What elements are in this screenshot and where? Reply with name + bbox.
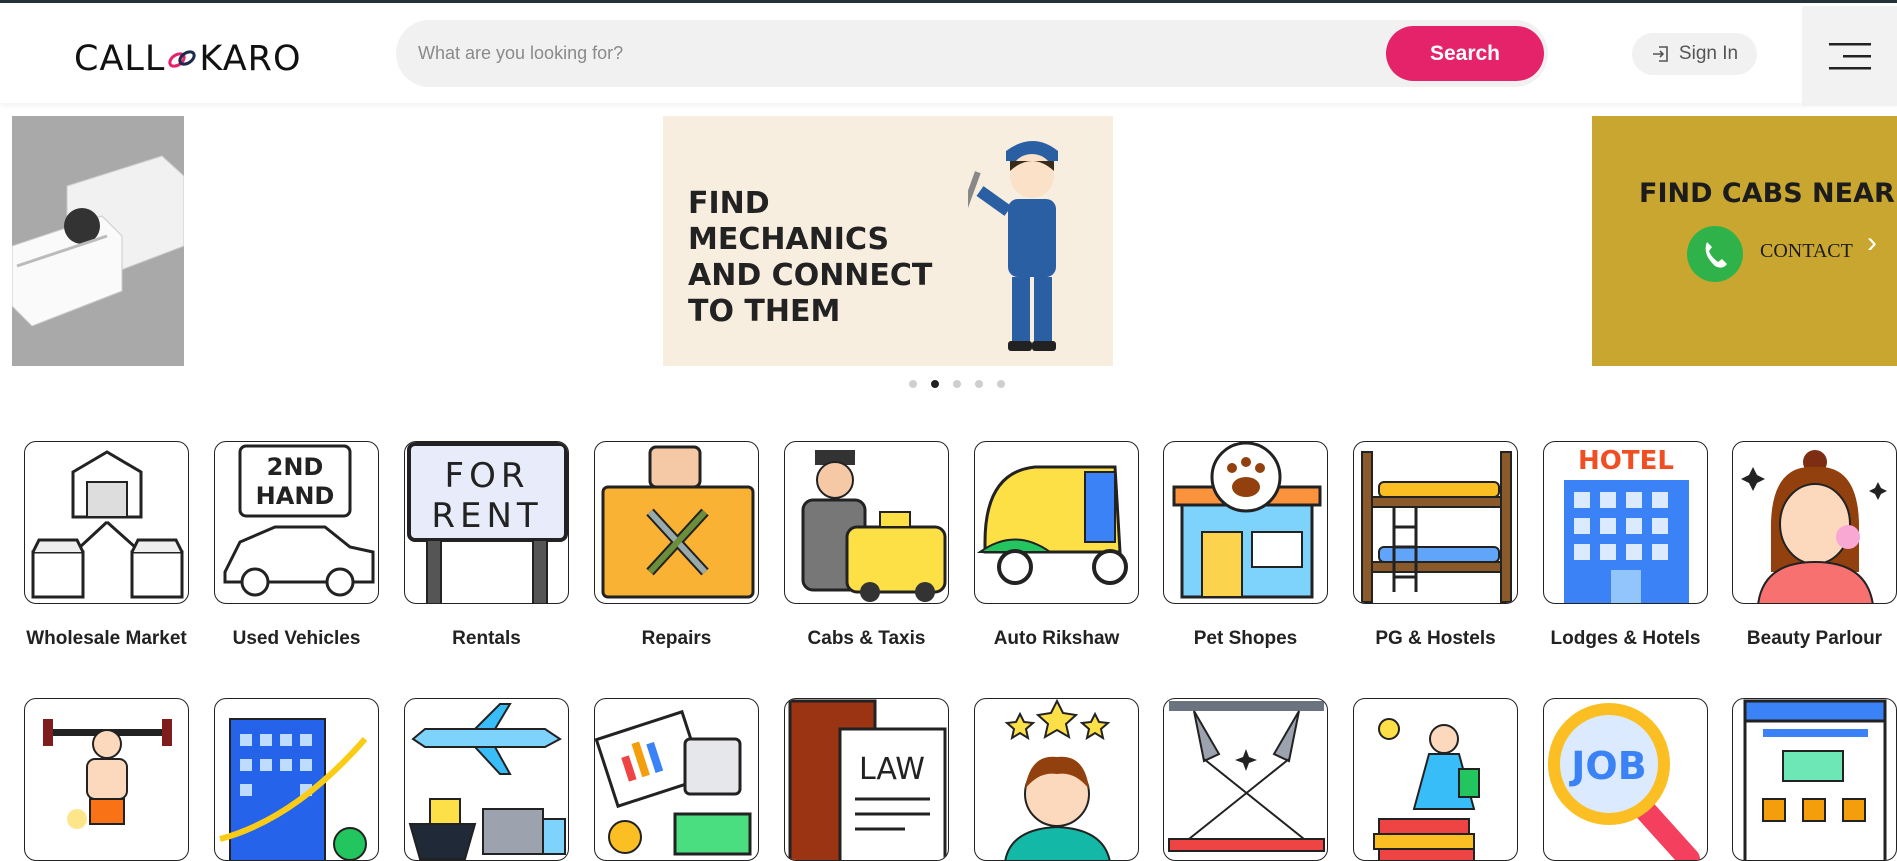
carousel-dot[interactable]: [909, 380, 917, 388]
svg-text:LAW: LAW: [859, 752, 925, 787]
transport-icon: [404, 698, 569, 861]
job-search-icon: JOB: [1543, 698, 1708, 861]
sign-in-icon: [1652, 46, 1668, 62]
category-accounting[interactable]: [594, 698, 759, 861]
category-label: PG & Hostels: [1375, 628, 1496, 649]
search-input[interactable]: [418, 20, 1418, 87]
category-used-vehicles[interactable]: 2ND HAND Used Vehicles: [214, 441, 379, 650]
category-rentals[interactable]: FOR RENT Rentals: [404, 441, 569, 650]
category-cabs-taxis[interactable]: Cabs & Taxis: [784, 441, 949, 650]
category-auto-rikshaw[interactable]: Auto Rikshaw: [974, 441, 1139, 650]
toolbox-icon: [594, 441, 759, 604]
carousel-next-icon[interactable]: ›: [1867, 226, 1877, 260]
category-gym[interactable]: [24, 698, 189, 861]
web-design-icon: [1732, 698, 1897, 861]
carousel-dot-active[interactable]: [931, 380, 939, 388]
second-hand-car-icon: 2ND HAND: [214, 441, 379, 604]
category-label: Lodges & Hotels: [1550, 628, 1701, 649]
logo-text-left: CALL: [74, 39, 166, 79]
svg-text:RENT: RENT: [431, 496, 542, 536]
event-lights-icon: [1163, 698, 1328, 861]
banner-ac-service[interactable]: [12, 116, 184, 366]
category-repairs[interactable]: Repairs: [594, 441, 759, 650]
sign-in-label: Sign In: [1678, 43, 1739, 64]
banner-mechanics-text: FIND MECHANICS AND CONNECT TO THEM: [688, 186, 933, 329]
category-jobs[interactable]: JOB: [1543, 698, 1708, 861]
category-pg-hostels[interactable]: PG & Hostels: [1353, 441, 1518, 650]
site-header: CALL KARO Search Sign In: [0, 3, 1897, 106]
carousel-dot[interactable]: [953, 380, 961, 388]
hamburger-menu-button[interactable]: [1802, 6, 1897, 106]
banner-cabs-contact[interactable]: CONTACT: [1760, 240, 1853, 263]
category-label: Pet Shopes: [1193, 628, 1298, 649]
law-book-icon: LAW: [784, 698, 949, 861]
gym-icon: [24, 698, 189, 861]
search-button[interactable]: Search: [1386, 26, 1544, 81]
category-lodges-hotels[interactable]: HOTEL Lodges & Hotels: [1543, 441, 1708, 650]
search-bar: Search: [396, 20, 1548, 87]
auto-rickshaw-icon: [974, 441, 1139, 604]
category-label: Wholesale Market: [26, 628, 187, 649]
carousel-dots: [909, 380, 1005, 388]
category-label: Rentals: [452, 628, 521, 649]
doctor-icon: [974, 698, 1139, 861]
for-rent-sign-icon: FOR RENT: [404, 441, 569, 604]
category-events[interactable]: [1163, 698, 1328, 861]
banner-cabs[interactable]: FIND CABS NEAR YO CONTACT ›: [1592, 116, 1897, 366]
svg-text:JOB: JOB: [1568, 744, 1646, 788]
beauty-icon: [1732, 441, 1897, 604]
category-label: Repairs: [641, 628, 712, 649]
hamburger-icon: [1828, 43, 1871, 70]
accounting-icon: [594, 698, 759, 861]
bunk-bed-icon: [1353, 441, 1518, 604]
category-web-design[interactable]: [1732, 698, 1897, 861]
real-estate-icon: [214, 698, 379, 861]
svg-text:HOTEL: HOTEL: [1578, 446, 1674, 476]
category-label: Used Vehicles: [232, 628, 361, 649]
warehouse-icon: [24, 441, 189, 604]
category-pet-shopes[interactable]: Pet Shopes: [1163, 441, 1328, 650]
banner-mechanics[interactable]: FIND MECHANICS AND CONNECT TO THEM: [663, 116, 1113, 366]
phone-icon: [1687, 226, 1743, 282]
category-wholesale-market[interactable]: Wholesale Market: [24, 441, 189, 650]
carousel-dot[interactable]: [997, 380, 1005, 388]
chain-link-icon: [168, 50, 197, 68]
banner-cabs-text: FIND CABS NEAR YO: [1639, 178, 1897, 209]
svg-text:HAND: HAND: [256, 482, 335, 510]
category-education[interactable]: [1353, 698, 1518, 861]
svg-text:FOR: FOR: [445, 456, 530, 496]
svg-text:2ND: 2ND: [267, 453, 324, 481]
education-icon: [1353, 698, 1518, 861]
sign-in-button[interactable]: Sign In: [1632, 33, 1757, 75]
category-label: Cabs & Taxis: [807, 628, 926, 649]
pet-shop-icon: [1163, 441, 1328, 604]
hotel-icon: HOTEL: [1543, 441, 1708, 604]
category-transport[interactable]: [404, 698, 569, 861]
carousel-dot[interactable]: [975, 380, 983, 388]
category-beauty-parlour[interactable]: Beauty Parlour: [1732, 441, 1897, 650]
category-legal[interactable]: LAW: [784, 698, 949, 861]
category-real-estate[interactable]: [214, 698, 379, 861]
category-label: Beauty Parlour: [1746, 628, 1883, 649]
logo-text-right: KARO: [199, 39, 302, 79]
category-doctors[interactable]: [974, 698, 1139, 861]
logo[interactable]: CALL KARO: [74, 39, 302, 79]
category-label: Auto Rikshaw: [993, 628, 1120, 649]
mechanic-illustration: [968, 141, 1058, 351]
taxi-driver-icon: [784, 441, 949, 604]
air-conditioner-image: [12, 155, 184, 327]
